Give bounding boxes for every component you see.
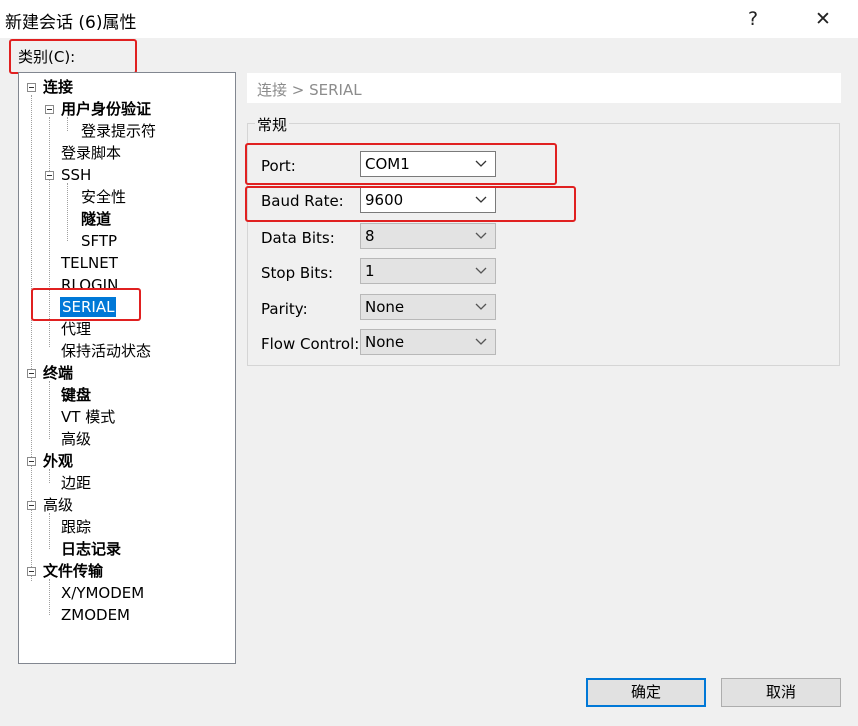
stop-bits-value: 1 [365, 262, 375, 280]
tree-collapse-icon[interactable] [27, 83, 36, 92]
tree-line [49, 579, 50, 615]
close-icon: ✕ [815, 8, 831, 30]
parity-label: Parity: [261, 300, 308, 318]
flow-control-value: None [365, 333, 405, 351]
breadcrumb: 连接 > SERIAL [257, 81, 362, 99]
tree-item-appearance[interactable]: 外观 [43, 451, 73, 471]
data-bits-select[interactable]: 8 [360, 223, 496, 249]
tree-line [67, 183, 68, 241]
tree-collapse-icon[interactable] [27, 457, 36, 466]
tree-collapse-icon[interactable] [45, 171, 54, 180]
chevron-down-icon [475, 303, 487, 310]
tree-item-xymodem[interactable]: X/YMODEM [61, 583, 144, 603]
tree-item-login-script[interactable]: 登录脚本 [61, 143, 121, 163]
tree-item-sftp[interactable]: SFTP [81, 231, 117, 251]
tree-item-tunnel[interactable]: 隧道 [81, 209, 111, 229]
data-bits-value: 8 [365, 227, 375, 245]
tree-item-advanced[interactable]: 高级 [43, 495, 73, 515]
stop-bits-label: Stop Bits: [261, 264, 334, 282]
cancel-button[interactable]: 取消 [721, 678, 841, 707]
chevron-down-icon [475, 267, 487, 274]
stop-bits-select[interactable]: 1 [360, 258, 496, 284]
chevron-down-icon [475, 232, 487, 239]
close-button[interactable]: ✕ [800, 0, 846, 38]
title-bar: 新建会话 (6)属性 ? ✕ [0, 0, 858, 38]
question-icon: ? [747, 8, 759, 30]
tree-line [49, 469, 50, 483]
category-tree[interactable]: 连接 用户身份验证 登录提示符 登录脚本 SSH 安全性 隧道 SFTP TEL… [18, 72, 236, 664]
parity-select[interactable]: None [360, 294, 496, 320]
highlight-box-category [9, 39, 137, 74]
highlight-box-serial [31, 288, 141, 321]
tree-line [67, 117, 68, 131]
tree-collapse-icon[interactable] [27, 369, 36, 378]
group-title: 常规 [255, 114, 290, 135]
tree-item-security[interactable]: 安全性 [81, 187, 126, 207]
tree-line [49, 381, 50, 439]
tree-item-logging[interactable]: 日志记录 [61, 539, 121, 559]
tree-item-telnet[interactable]: TELNET [61, 253, 118, 273]
tree-collapse-icon[interactable] [27, 567, 36, 576]
tree-collapse-icon[interactable] [27, 501, 36, 510]
breadcrumb-bar: 连接 > SERIAL [247, 73, 841, 103]
tree-item-keepalive[interactable]: 保持活动状态 [61, 341, 151, 361]
tree-item-connection[interactable]: 连接 [43, 77, 73, 97]
highlight-box-baud [245, 186, 576, 222]
tree-item-login-prompt[interactable]: 登录提示符 [81, 121, 156, 141]
tree-item-proxy[interactable]: 代理 [61, 319, 91, 339]
tree-item-file-transfer[interactable]: 文件传输 [43, 561, 103, 581]
tree-item-keyboard[interactable]: 键盘 [61, 385, 91, 405]
tree-item-terminal-advanced[interactable]: 高级 [61, 429, 91, 449]
parity-value: None [365, 298, 405, 316]
highlight-box-port [245, 143, 557, 185]
tree-line [49, 513, 50, 549]
tree-item-vt-mode[interactable]: VT 模式 [61, 407, 115, 427]
window-title: 新建会话 (6)属性 [5, 13, 137, 33]
flow-control-select[interactable]: None [360, 329, 496, 355]
data-bits-label: Data Bits: [261, 229, 335, 247]
tree-item-auth[interactable]: 用户身份验证 [61, 99, 151, 119]
flow-control-label: Flow Control: [261, 335, 360, 353]
tree-item-zmodem[interactable]: ZMODEM [61, 605, 130, 625]
tree-item-margin[interactable]: 边距 [61, 473, 91, 493]
help-button[interactable]: ? [730, 0, 776, 38]
tree-collapse-icon[interactable] [45, 105, 54, 114]
ok-button[interactable]: 确定 [586, 678, 706, 707]
tree-item-ssh[interactable]: SSH [61, 165, 91, 185]
tree-item-terminal[interactable]: 终端 [43, 363, 73, 383]
chevron-down-icon [475, 338, 487, 345]
tree-item-trace[interactable]: 跟踪 [61, 517, 91, 537]
